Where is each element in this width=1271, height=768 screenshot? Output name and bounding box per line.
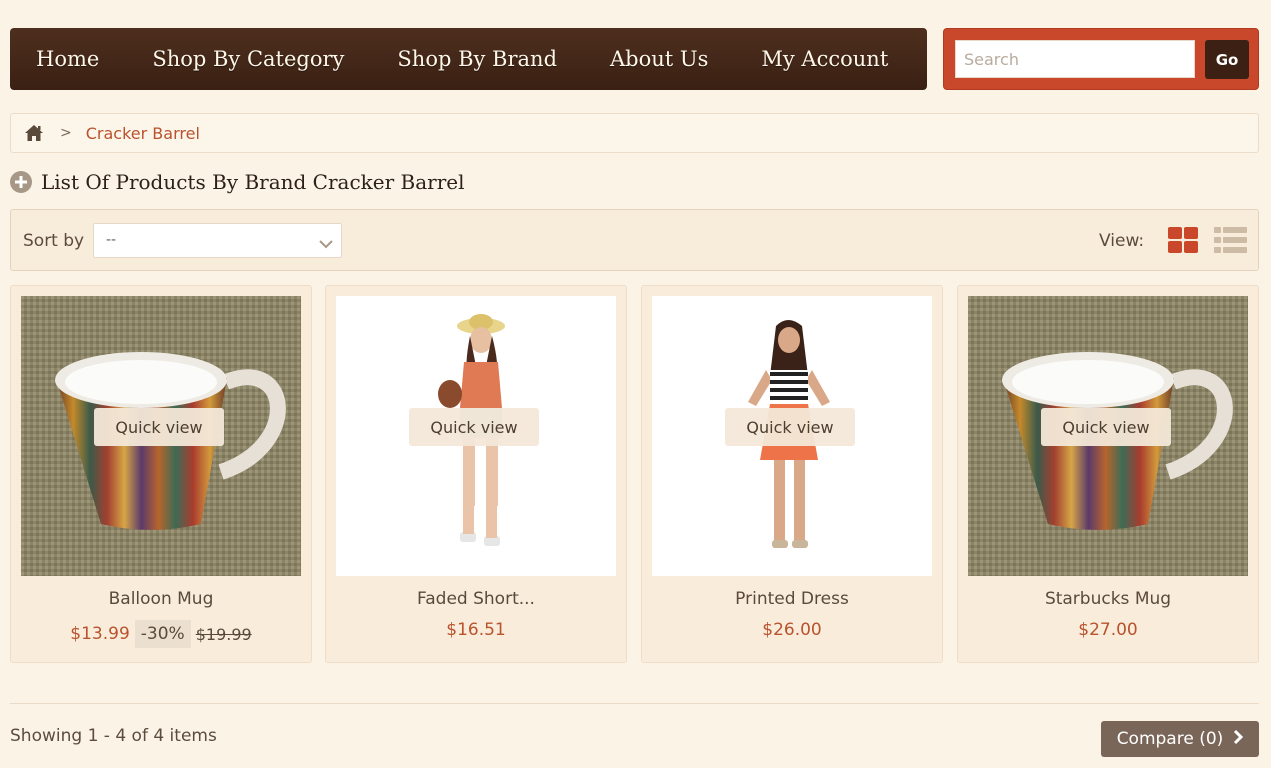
- breadcrumb: > Cracker Barrel: [10, 113, 1259, 153]
- sort-select[interactable]: --: [93, 223, 342, 258]
- divider: [10, 703, 1259, 704]
- product-price-row: $13.99 -30% $19.99: [11, 620, 311, 648]
- view-label: View:: [1099, 231, 1145, 251]
- product-card[interactable]: Quick view Printed Dress $26.00: [641, 285, 943, 663]
- product-name[interactable]: Printed Dress: [642, 589, 942, 609]
- product-price: $27.00: [1078, 620, 1138, 640]
- nav-item-shop-by-brand[interactable]: Shop By Brand: [397, 47, 557, 71]
- chevron-down-icon: [319, 234, 333, 253]
- breadcrumb-separator: >: [60, 125, 72, 141]
- product-card[interactable]: Quick view Faded Short... $16.51: [325, 285, 627, 663]
- compare-label: Compare (0): [1116, 729, 1224, 749]
- list-view-icon[interactable]: [1214, 227, 1247, 258]
- pagination-summary: Showing 1 - 4 of 4 items: [10, 726, 217, 746]
- nav-item-shop-by-category[interactable]: Shop By Category: [152, 47, 344, 71]
- quick-view-button[interactable]: Quick view: [409, 408, 539, 446]
- quick-view-button[interactable]: Quick view: [94, 408, 224, 446]
- nav-item-my-account[interactable]: My Account: [761, 47, 888, 71]
- product-name[interactable]: Balloon Mug: [11, 589, 311, 609]
- page-heading: List Of Products By Brand Cracker Barrel: [10, 168, 465, 196]
- search-go-button[interactable]: Go: [1205, 40, 1249, 79]
- product-price-row: $16.51: [326, 620, 626, 640]
- search-input[interactable]: [955, 40, 1195, 78]
- sort-selected-value: --: [106, 232, 117, 248]
- quick-view-button[interactable]: Quick view: [725, 408, 855, 446]
- product-price-row: $27.00: [958, 620, 1258, 640]
- sort-label: Sort by: [23, 231, 85, 251]
- old-price: $19.99: [195, 624, 252, 644]
- product-name[interactable]: Faded Short...: [326, 589, 626, 609]
- product-price-row: $26.00: [642, 620, 942, 640]
- product-price: $13.99: [70, 624, 130, 644]
- breadcrumb-current[interactable]: Cracker Barrel: [86, 124, 200, 143]
- plus-circle-icon: [10, 171, 32, 193]
- quick-view-button[interactable]: Quick view: [1041, 408, 1171, 446]
- product-price: $26.00: [762, 620, 822, 640]
- product-card[interactable]: Quick view Balloon Mug $13.99 -30% $19.9…: [10, 285, 312, 663]
- nav-item-about-us[interactable]: About Us: [610, 47, 708, 71]
- search-bar: Go: [943, 28, 1259, 90]
- home-icon[interactable]: [24, 124, 44, 142]
- product-card[interactable]: Quick view Starbucks Mug $27.00: [957, 285, 1259, 663]
- discount-badge: -30%: [134, 620, 191, 648]
- product-price: $16.51: [446, 620, 506, 640]
- page-title: List Of Products By Brand Cracker Barrel: [41, 170, 465, 194]
- grid-view-icon[interactable]: [1168, 227, 1199, 258]
- nav-item-home[interactable]: Home: [36, 47, 99, 71]
- product-name[interactable]: Starbucks Mug: [958, 589, 1258, 609]
- chevron-right-icon: [1233, 729, 1244, 750]
- main-nav: Home Shop By Category Shop By Brand Abou…: [10, 28, 927, 90]
- compare-button[interactable]: Compare (0): [1101, 721, 1259, 757]
- sort-toolbar: Sort by -- View:: [10, 209, 1259, 271]
